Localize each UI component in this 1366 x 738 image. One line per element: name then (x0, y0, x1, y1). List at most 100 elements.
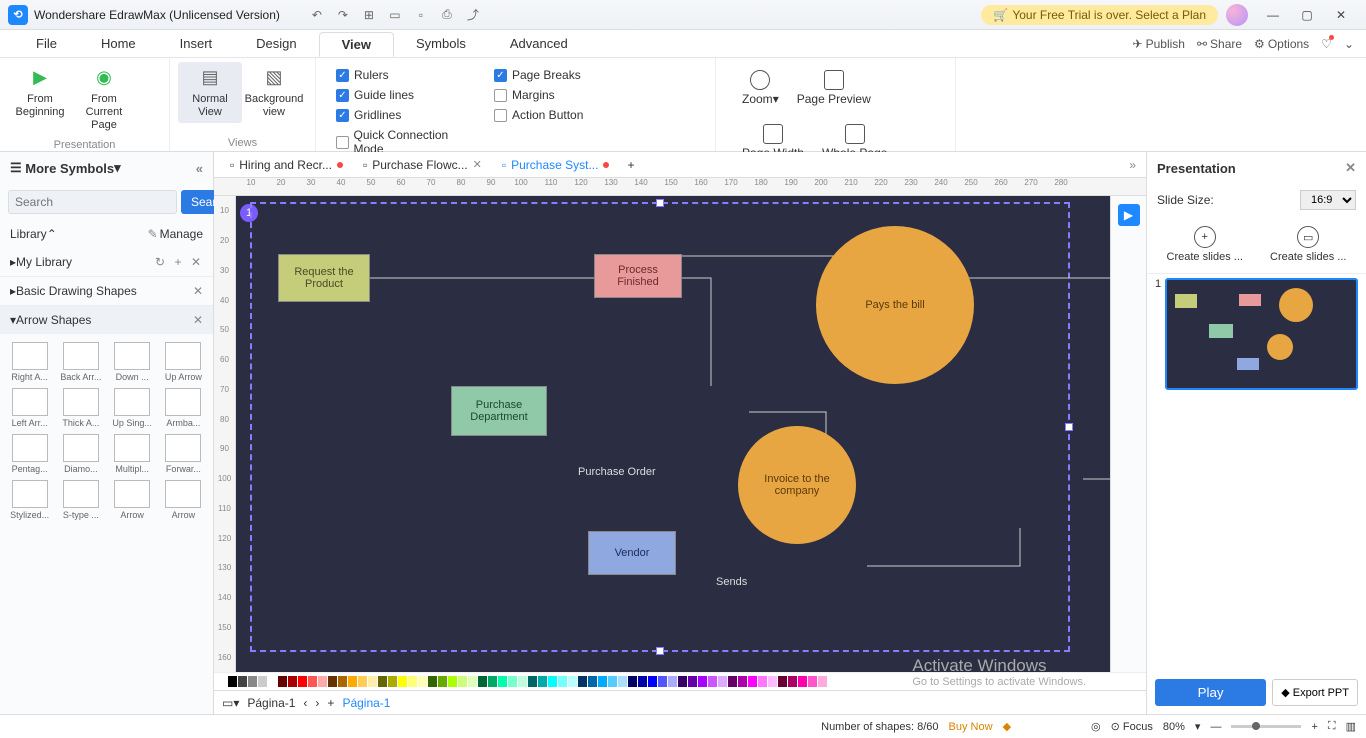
tab-close-icon[interactable]: ✕ (473, 158, 482, 171)
color-swatch[interactable] (498, 676, 507, 687)
slide-thumbnail[interactable] (1165, 278, 1358, 390)
page-next-icon[interactable]: › (315, 696, 319, 710)
shape-item[interactable]: Down ... (109, 340, 156, 382)
shape-item[interactable]: Thick A... (57, 386, 104, 428)
color-swatch[interactable] (508, 676, 517, 687)
expand-right-icon[interactable]: » (1119, 158, 1146, 172)
edit-library-icon[interactable]: ✎ (146, 227, 160, 241)
page-preview-button[interactable]: Page Preview (797, 70, 871, 106)
color-swatch[interactable] (288, 676, 297, 687)
shape-item[interactable]: Stylized... (6, 478, 53, 520)
shape-item[interactable]: Forwar... (160, 432, 207, 474)
color-swatch[interactable] (818, 676, 827, 687)
color-swatch[interactable] (418, 676, 427, 687)
shape-item[interactable]: S-type ... (57, 478, 104, 520)
presentation-sidebar-icon[interactable]: ▶ (1110, 196, 1146, 672)
color-swatch[interactable] (248, 676, 257, 687)
zoom-level[interactable]: 80% (1163, 721, 1185, 733)
layout-icon[interactable]: ▥ (1346, 720, 1356, 733)
page-tab[interactable]: Página-1 (342, 696, 390, 710)
color-swatch[interactable] (648, 676, 657, 687)
color-swatch[interactable] (808, 676, 817, 687)
color-swatch[interactable] (688, 676, 697, 687)
color-swatch[interactable] (598, 676, 607, 687)
color-swatch[interactable] (768, 676, 777, 687)
library-label[interactable]: Library (10, 227, 47, 241)
menu-advanced[interactable]: Advanced (488, 32, 590, 55)
menu-file[interactable]: File (14, 32, 79, 55)
color-swatch[interactable] (448, 676, 457, 687)
color-swatch[interactable] (658, 676, 667, 687)
play-button[interactable]: Play (1155, 679, 1266, 706)
shape-item[interactable]: Diamo... (57, 432, 104, 474)
doc-tab[interactable]: ▫ Purchase Flowc...✕ (353, 155, 492, 175)
focus-toggle-2[interactable]: ⊙ Focus (1111, 720, 1153, 733)
color-swatch[interactable] (368, 676, 377, 687)
color-swatch[interactable] (308, 676, 317, 687)
from-current-button[interactable]: ◉From CurrentPage (72, 62, 136, 137)
color-swatch[interactable] (568, 676, 577, 687)
my-library[interactable]: My Library (16, 255, 72, 269)
shape-item[interactable]: Right A... (6, 340, 53, 382)
canvas[interactable]: 1 Request the Product Process Finished P… (236, 196, 1110, 672)
export-ppt-button[interactable]: ◆ Export PPT (1272, 679, 1358, 706)
color-swatch[interactable] (708, 676, 717, 687)
manage-link[interactable]: Manage (160, 227, 203, 241)
color-swatch[interactable] (608, 676, 617, 687)
zoom-in-button[interactable]: + (1311, 721, 1317, 733)
save-button[interactable]: ▫ (409, 3, 433, 27)
create-slides-auto[interactable]: +Create slides ... (1167, 226, 1243, 263)
publish-button[interactable]: ✈ Publish (1133, 37, 1185, 51)
slide-ratio-select[interactable]: 16:9 (1300, 190, 1356, 210)
doc-tab-active[interactable]: ▫ Purchase Syst... (492, 155, 620, 175)
color-swatch[interactable] (268, 676, 277, 687)
color-swatch[interactable] (388, 676, 397, 687)
add-tab-button[interactable]: + (619, 158, 642, 172)
color-swatch[interactable] (358, 676, 367, 687)
zoom-dropdown[interactable]: Zoom▾ (742, 70, 779, 106)
lib-add-icon[interactable]: + (171, 255, 185, 269)
section-arrow[interactable]: Arrow Shapes (16, 313, 91, 327)
shape-item[interactable]: Back Arr... (57, 340, 104, 382)
color-swatch[interactable] (548, 676, 557, 687)
close-panel-icon[interactable]: ✕ (1345, 160, 1356, 176)
color-swatch[interactable] (468, 676, 477, 687)
zoom-out-button[interactable]: — (1210, 721, 1221, 733)
color-swatch[interactable] (348, 676, 357, 687)
normal-view-button[interactable]: ▤NormalView (178, 62, 242, 123)
menu-symbols[interactable]: Symbols (394, 32, 488, 55)
color-swatch[interactable] (668, 676, 677, 687)
menu-insert[interactable]: Insert (158, 32, 235, 55)
node-purchase[interactable]: Purchase Department (451, 386, 547, 436)
menu-design[interactable]: Design (234, 32, 318, 55)
color-swatch[interactable] (748, 676, 757, 687)
options-button[interactable]: ⚙ Options (1254, 37, 1309, 51)
color-swatch[interactable] (278, 676, 287, 687)
page-prev-icon[interactable]: ‹ (303, 696, 307, 710)
color-swatch[interactable] (428, 676, 437, 687)
new-button[interactable]: ⊞ (357, 3, 381, 27)
maximize-button[interactable]: ▢ (1290, 2, 1324, 28)
close-button[interactable]: ✕ (1324, 2, 1358, 28)
panel-menu-icon[interactable]: ☰ (10, 160, 22, 176)
node-invoice[interactable]: Invoice to the company (738, 426, 856, 544)
minimize-button[interactable]: — (1256, 2, 1290, 28)
section-close-icon[interactable]: ✕ (193, 313, 203, 327)
color-swatch[interactable] (238, 676, 247, 687)
focus-toggle[interactable]: ◎ (1091, 720, 1101, 733)
color-swatch[interactable] (378, 676, 387, 687)
page-selector[interactable]: Página-1 (247, 696, 295, 710)
color-palette[interactable] (214, 672, 1146, 690)
shape-item[interactable]: Pentag... (6, 432, 53, 474)
check-margins[interactable]: Margins (494, 88, 634, 102)
doc-tab[interactable]: ▫ Hiring and Recr... (220, 155, 353, 175)
color-swatch[interactable] (328, 676, 337, 687)
color-swatch[interactable] (558, 676, 567, 687)
print-button[interactable]: ⎙ (435, 3, 459, 27)
color-swatch[interactable] (518, 676, 527, 687)
color-swatch[interactable] (408, 676, 417, 687)
check-gridlines[interactable]: ✓Gridlines (336, 108, 476, 122)
color-swatch[interactable] (738, 676, 747, 687)
lib-refresh-icon[interactable]: ↻ (153, 255, 167, 269)
collapse-panel-icon[interactable]: « (196, 161, 203, 176)
